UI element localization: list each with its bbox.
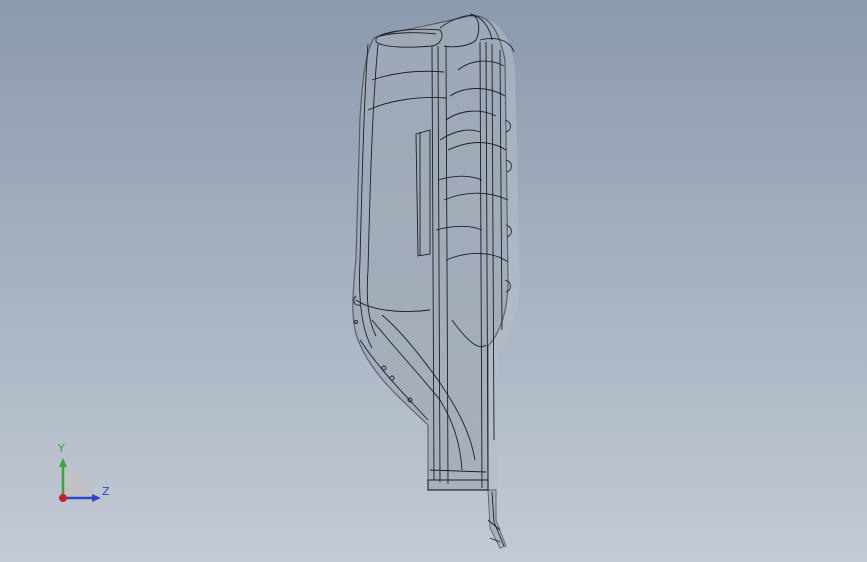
model-bottom-tab [487, 489, 507, 549]
origin-dot-icon [59, 494, 67, 502]
y-axis-label: Y [58, 442, 65, 455]
model-wireframe[interactable] [0, 0, 867, 562]
z-axis-label: Z [102, 485, 110, 498]
graphics-viewport[interactable]: Y Z [0, 0, 867, 562]
triad-shading [63, 470, 91, 498]
z-axis-arrow-icon [92, 494, 101, 502]
orientation-triad: Y Z [48, 440, 128, 520]
y-axis-arrow-icon [59, 458, 67, 467]
